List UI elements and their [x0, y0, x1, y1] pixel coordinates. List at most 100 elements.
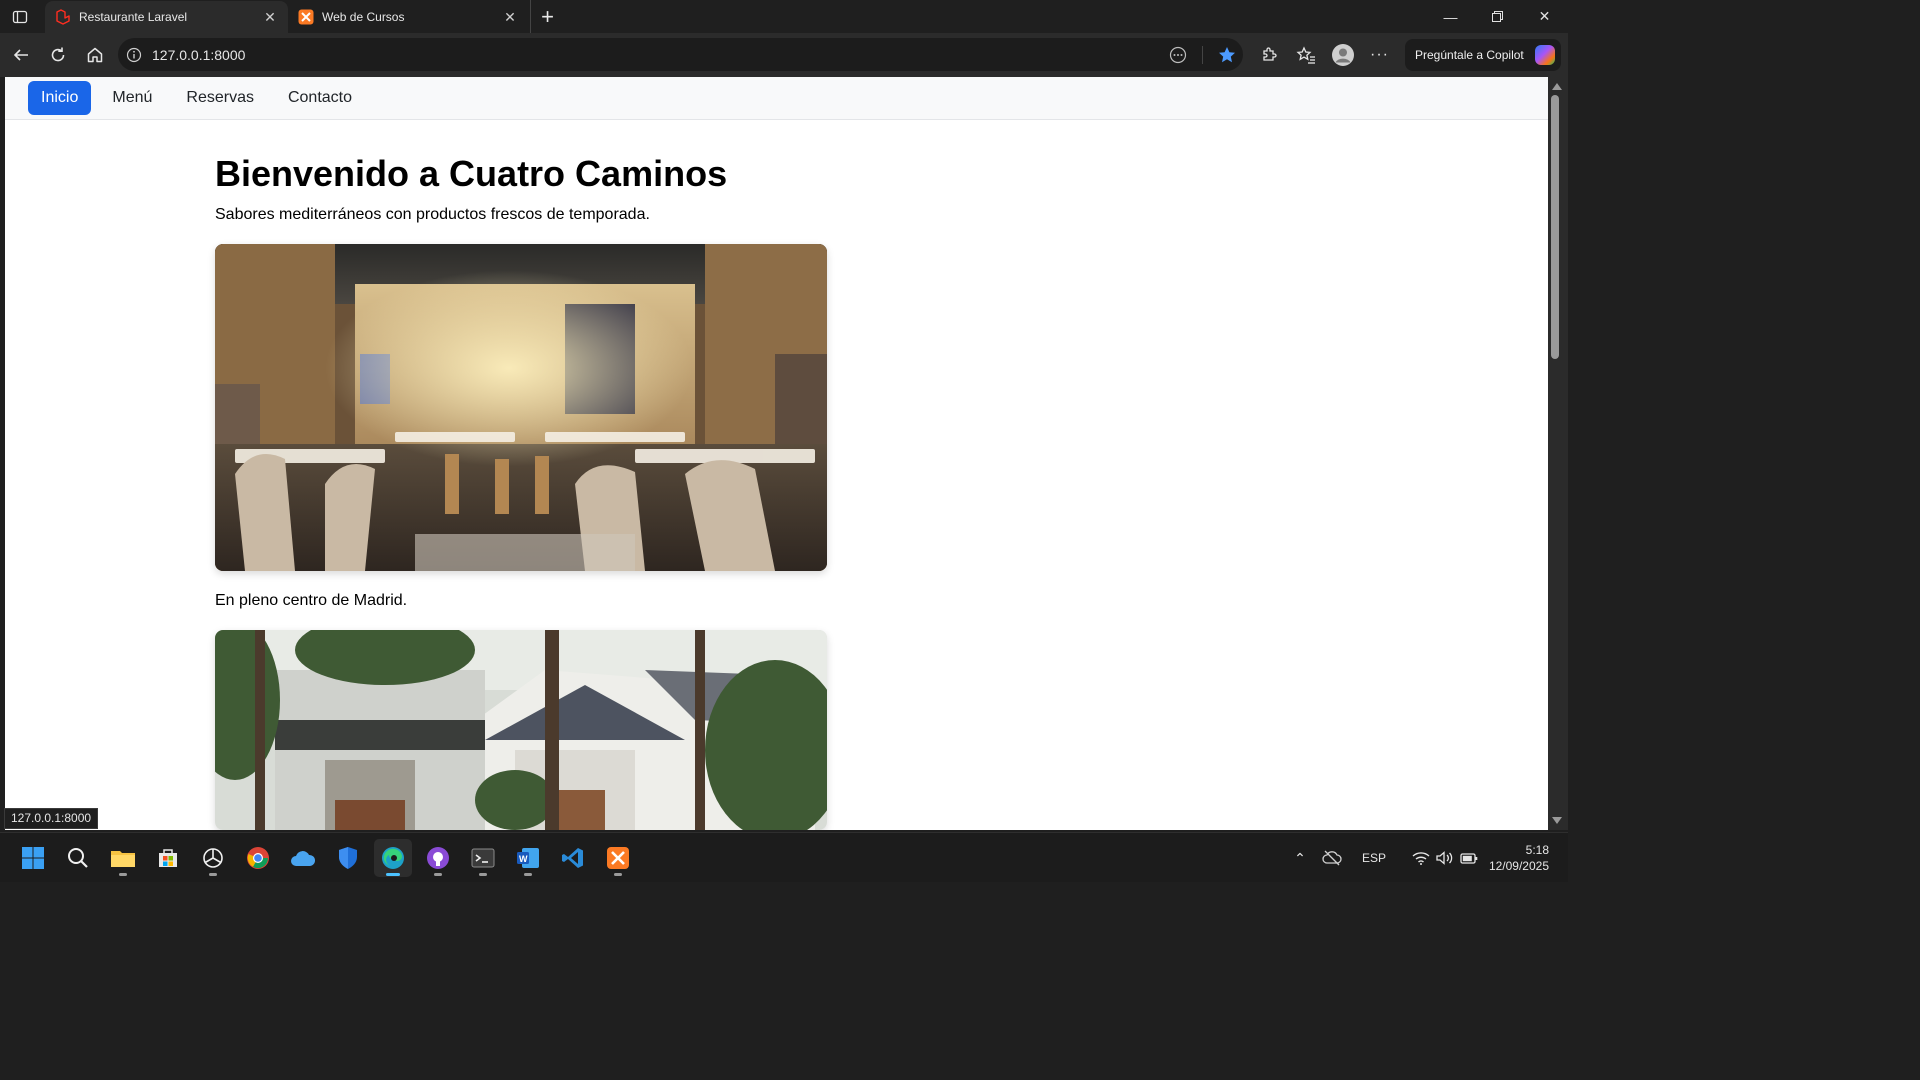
file-explorer-icon [111, 851, 135, 867]
close-icon: ✕ [1538, 8, 1551, 24]
vscode-icon [562, 848, 583, 868]
taskbar-xampp[interactable] [599, 839, 637, 877]
scroll-down-arrow-icon[interactable] [1552, 817, 1562, 824]
restore-icon [1492, 11, 1503, 22]
divider [1202, 45, 1203, 64]
home-icon [87, 47, 102, 63]
running-indicator [524, 873, 532, 876]
close-icon[interactable]: ✕ [502, 9, 518, 25]
taskbar-edge[interactable] [374, 839, 412, 877]
nav-menu[interactable]: Menú [99, 81, 165, 115]
site-navbar: Inicio Menú Reservas Contacto [5, 77, 1548, 120]
nav-reservas[interactable]: Reservas [173, 81, 267, 115]
url-text: 127.0.0.1:8000 [152, 46, 246, 63]
battery-icon[interactable] [1460, 851, 1478, 865]
tab-actions-icon [12, 10, 28, 23]
restaurant-interior-image [215, 244, 827, 571]
page-title: Bienvenido a Cuatro Caminos [215, 153, 728, 194]
favorites-list-icon [1295, 46, 1315, 64]
status-bar-url: 127.0.0.1:8000 [4, 808, 99, 829]
windows-taskbar: W ⌃ ESP 5:18 12/09/2025 [0, 832, 1568, 882]
volume-icon[interactable] [1436, 851, 1454, 865]
window-controls: — ✕ [1427, 0, 1568, 33]
chatgpt-icon [203, 848, 223, 868]
show-hidden-icons-chevron-icon[interactable]: ⌃ [1288, 850, 1312, 867]
favorites-button[interactable] [1287, 37, 1324, 74]
nav-contacto[interactable]: Contacto [275, 81, 365, 115]
taskbar-terminal[interactable] [464, 839, 502, 877]
minimize-button[interactable]: — [1427, 0, 1474, 33]
copilot-label: Pregúntale a Copilot [1415, 48, 1524, 62]
taskbar-onedrive[interactable] [284, 839, 322, 877]
svg-text:W: W [519, 854, 528, 864]
toolbar-right-tools: ··· [1250, 33, 1398, 77]
search-icon [68, 848, 88, 868]
start-button[interactable] [14, 839, 52, 877]
word-icon: W [517, 848, 539, 868]
scroll-up-arrow-icon[interactable] [1552, 83, 1562, 90]
running-indicator [209, 873, 217, 876]
taskbar-microsoft-store[interactable] [149, 839, 187, 877]
clock-time: 5:18 [1525, 843, 1549, 857]
extensions-icon [1262, 47, 1277, 61]
tab-actions-button[interactable] [0, 0, 40, 33]
back-button[interactable] [2, 37, 39, 74]
page-lead: Sabores mediterráneos con productos fres… [215, 206, 650, 223]
wifi-icon[interactable] [1412, 851, 1430, 865]
onedrive-offline-icon[interactable] [1322, 850, 1342, 866]
laravel-icon [55, 9, 71, 25]
taskbar-clock[interactable]: 5:18 12/09/2025 [1489, 842, 1549, 874]
settings-menu-button[interactable]: ··· [1361, 37, 1398, 74]
tab-title: Restaurante Laravel [79, 10, 188, 24]
running-indicator [434, 873, 442, 876]
copilot-button[interactable]: Pregúntale a Copilot [1405, 39, 1561, 71]
close-window-button[interactable]: ✕ [1521, 0, 1568, 33]
reload-icon [51, 47, 64, 62]
profile-button[interactable] [1324, 37, 1361, 74]
language-indicator[interactable]: ESP [1362, 851, 1386, 865]
restore-button[interactable] [1474, 0, 1521, 33]
taskbar-search-button[interactable] [59, 839, 97, 877]
clock-date: 12/09/2025 [1488, 859, 1549, 873]
taskbar-chatgpt[interactable] [194, 839, 232, 877]
address-bar-actions [1168, 38, 1237, 71]
extensions-button[interactable] [1250, 37, 1287, 74]
favorite-star-icon[interactable] [1217, 45, 1237, 65]
main-content: Bienvenido a Cuatro Caminos Sabores medi… [215, 153, 827, 830]
page-scrollbar[interactable] [1548, 77, 1568, 830]
more-icon: ··· [1370, 46, 1389, 63]
home-button[interactable] [76, 37, 113, 74]
copilot-icon [1535, 45, 1555, 65]
site-info-icon[interactable] [126, 47, 142, 63]
tab-restaurante-laravel[interactable]: Restaurante Laravel ✕ [45, 1, 288, 33]
running-indicator [614, 873, 622, 876]
running-indicator [386, 873, 400, 876]
running-indicator [119, 873, 127, 876]
microsoft-store-icon [159, 849, 177, 867]
taskbar-vscode[interactable] [554, 839, 592, 877]
taskbar-file-explorer[interactable] [104, 839, 142, 877]
tab-strip: Restaurante Laravel ✕ Web de Cursos ✕ + … [0, 0, 1568, 33]
running-indicator [479, 873, 487, 876]
page-viewport: Inicio Menú Reservas Contacto Bienvenido… [5, 77, 1548, 830]
reload-button[interactable] [39, 37, 76, 74]
taskbar-defender[interactable] [329, 839, 367, 877]
browser-toolbar: 127.0.0.1:8000 ··· Pregúntale a Copilot [0, 33, 1568, 77]
avatar [1331, 44, 1354, 66]
address-bar[interactable]: 127.0.0.1:8000 [118, 38, 1243, 71]
new-tab-button[interactable]: + [530, 0, 564, 33]
terminal-icon [471, 848, 495, 868]
taskbar-word[interactable]: W [509, 839, 547, 877]
nav-inicio[interactable]: Inicio [28, 81, 92, 115]
taskbar-github-desktop[interactable] [419, 839, 457, 877]
start-icon [22, 847, 44, 869]
tab-web-de-cursos[interactable]: Web de Cursos ✕ [288, 1, 528, 33]
close-icon[interactable]: ✕ [262, 9, 278, 25]
taskbar-chrome[interactable] [239, 839, 277, 877]
xampp-icon [298, 9, 314, 25]
plus-icon: + [541, 3, 554, 29]
scroll-thumb[interactable] [1551, 95, 1559, 359]
minimize-icon: — [1443, 8, 1458, 25]
system-tray: ⌃ ESP [1288, 833, 1478, 883]
more-info-icon[interactable] [1168, 45, 1188, 65]
